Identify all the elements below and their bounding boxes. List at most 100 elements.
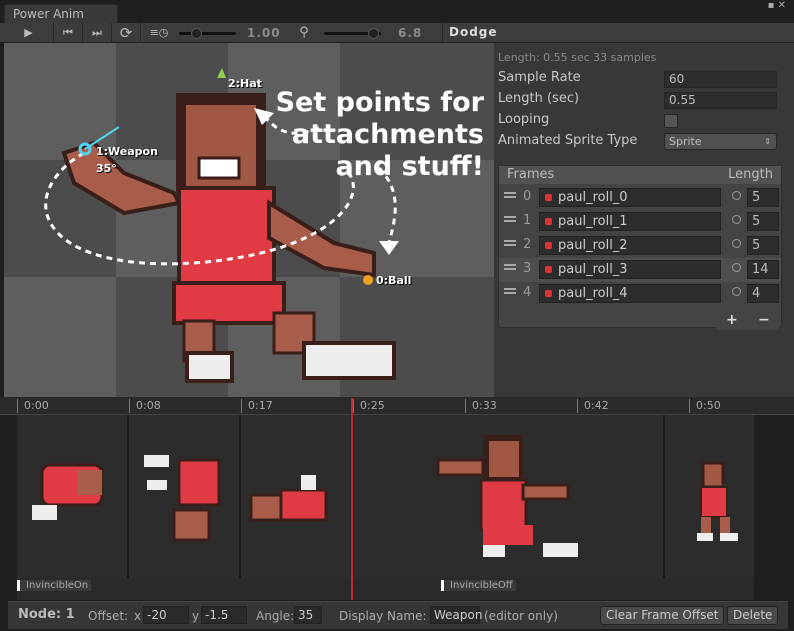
event-track[interactable]: InvincibleOn InvincibleOff	[17, 578, 754, 600]
drag-handle-icon[interactable]	[504, 216, 516, 222]
node-properties-bar: Node: 1 Offset: x -20 y -1.5 Angle: 35 D…	[8, 601, 788, 629]
frame-thumb-0[interactable]	[17, 415, 129, 578]
point-weapon-label[interactable]: 1:Weapon	[96, 145, 158, 158]
length-field[interactable]: 0.55	[664, 92, 777, 109]
frame-sprite-field[interactable]: paul_roll_3	[539, 260, 721, 279]
length-label: Length (sec)	[498, 91, 580, 106]
offset-x-field[interactable]: -20	[143, 606, 189, 624]
event-marker[interactable]: InvincibleOn	[17, 580, 92, 591]
frame-length-field[interactable]: 5	[747, 212, 779, 231]
frame-length-field[interactable]: 4	[747, 284, 779, 303]
preview-viewport[interactable]: 2:Hat 1:Weapon 35° 0:Ball Set points for…	[4, 43, 494, 397]
drag-handle-icon[interactable]	[504, 288, 516, 294]
frame-index: 0	[523, 189, 532, 204]
sample-rate-field[interactable]: 60	[664, 71, 777, 88]
picker-icon[interactable]	[732, 239, 741, 248]
frame-row-selected[interactable]: 3 paul_roll_3 14	[499, 258, 781, 282]
frame-thumb-2[interactable]	[241, 415, 353, 578]
zoom-value: 6.8	[398, 26, 423, 40]
play-icon: ▶	[24, 26, 33, 39]
tick-label: 0:08	[136, 399, 161, 412]
callout-text: Set points for attachments and stuff!	[274, 87, 484, 183]
tick-label: 0:17	[248, 399, 273, 412]
sprite-type-label: Animated Sprite Type	[498, 133, 638, 148]
clear-frame-offset-button[interactable]: Clear Frame Offset	[600, 606, 725, 625]
sample-rate-label: Sample Rate	[498, 70, 581, 85]
y-label: y	[192, 609, 200, 623]
drag-handle-icon[interactable]	[504, 264, 516, 270]
prev-icon: ⏮	[63, 25, 73, 39]
picker-icon[interactable]	[732, 191, 741, 200]
frame-thumb-3[interactable]	[353, 415, 665, 578]
display-name-label: Display Name:	[339, 609, 427, 623]
zoom-slider[interactable]	[324, 28, 381, 39]
play-button[interactable]: ▶	[4, 23, 54, 42]
frame-length-field[interactable]: 5	[747, 236, 779, 255]
frame-sprite-field[interactable]: paul_roll_1	[539, 212, 721, 231]
tick-label: 0:50	[696, 399, 721, 412]
window-controls[interactable]: ▪ ✕	[768, 0, 786, 11]
picker-icon[interactable]	[732, 215, 741, 224]
remove-frame-button[interactable]: −	[758, 312, 770, 328]
timeline-ruler[interactable]: 0:00 0:08 0:17 0:25 0:33 0:42 0:50	[0, 397, 794, 415]
frame-name: paul_roll_1	[558, 214, 628, 229]
frame-thumb-4[interactable]	[665, 415, 754, 578]
frame-strip[interactable]	[17, 415, 754, 578]
looping-checkbox[interactable]	[664, 114, 678, 128]
tick-label: 0:00	[24, 399, 49, 412]
callout-line: Set points for	[275, 87, 484, 118]
frame-row[interactable]: 0 paul_roll_0 5	[499, 186, 781, 210]
offset-label: Offset:	[88, 609, 129, 623]
point-hat-label[interactable]: 2:Hat	[228, 77, 262, 90]
frame-name: paul_roll_4	[558, 286, 628, 301]
frame-length-field[interactable]: 5	[747, 188, 779, 207]
angle-label: Angle:	[256, 609, 295, 623]
picker-icon[interactable]	[732, 287, 741, 296]
sprite-icon	[545, 290, 552, 297]
frame-thumb-1[interactable]	[129, 415, 241, 578]
drag-handle-icon[interactable]	[504, 240, 516, 246]
frame-index: 4	[523, 285, 532, 300]
display-name-field[interactable]: Weapon	[430, 606, 482, 624]
frame-sprite-field[interactable]: paul_roll_2	[539, 236, 721, 255]
frame-index: 1	[523, 213, 532, 228]
next-icon: ⏭	[92, 25, 102, 39]
frame-sprite-field[interactable]: paul_roll_4	[539, 284, 721, 303]
x-label: x	[134, 609, 142, 623]
frame-index: 2	[523, 237, 532, 252]
point-ball-label[interactable]: 0:Ball	[376, 274, 411, 287]
editor-only-note: (editor only)	[484, 609, 558, 623]
add-frame-button[interactable]: +	[726, 312, 738, 328]
speed-slider[interactable]	[179, 28, 236, 39]
prev-frame-button[interactable]: ⏮	[54, 23, 83, 42]
loop-button[interactable]: ⟳	[112, 23, 141, 42]
delete-button[interactable]: Delete	[727, 606, 779, 625]
select-arrows-icon: ⇕	[764, 137, 771, 146]
frame-name: paul_roll_2	[558, 238, 628, 253]
frame-row[interactable]: 1 paul_roll_1 5	[499, 210, 781, 234]
frame-row[interactable]: 2 paul_roll_2 5	[499, 234, 781, 258]
playhead[interactable]	[351, 398, 353, 600]
sprite-type-select[interactable]: Sprite ⇕	[664, 133, 777, 150]
frame-name: paul_roll_0	[558, 190, 628, 205]
event-marker[interactable]: InvincibleOff	[441, 580, 516, 591]
next-frame-button[interactable]: ⏭	[83, 23, 112, 42]
drag-handle-icon[interactable]	[504, 192, 516, 198]
frame-index: 3	[523, 261, 532, 276]
frame-sprite-field[interactable]: paul_roll_0	[539, 188, 721, 207]
frames-header: Frames	[507, 167, 555, 182]
sprite-icon	[545, 194, 552, 201]
looping-label: Looping	[498, 112, 550, 127]
sprite-icon	[545, 242, 552, 249]
animation-name: Dodge	[442, 23, 794, 42]
angle-field[interactable]: 35	[294, 606, 322, 624]
point-weapon-angle: 35°	[96, 162, 117, 175]
tab-power-anim[interactable]: Power Anim	[4, 4, 118, 24]
tick-label: 0:25	[360, 399, 385, 412]
frame-length-field[interactable]: 14	[747, 260, 779, 279]
frame-row[interactable]: 4 paul_roll_4 4	[499, 282, 781, 306]
picker-icon[interactable]	[732, 263, 741, 272]
offset-y-field[interactable]: -1.5	[201, 606, 247, 624]
frames-list: Frames Length 0 paul_roll_0 5 1 paul_roll_1 5…	[498, 165, 782, 328]
sprite-icon	[545, 218, 552, 225]
